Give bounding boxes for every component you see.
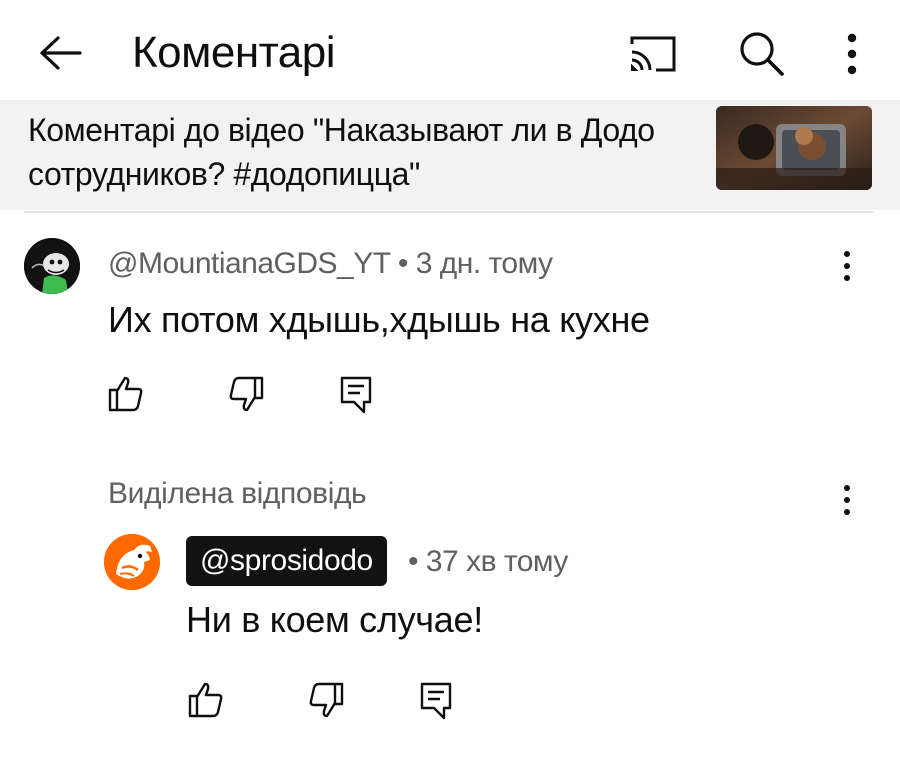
more-vert-icon [844,251,850,281]
cast-icon [630,36,676,72]
like-icon [108,376,143,412]
reply-author-chip[interactable]: @sprosidodo [186,536,387,586]
reply-like-button[interactable] [184,678,228,722]
like-icon [188,682,223,718]
avatar[interactable] [104,534,160,590]
reply-dislike-button[interactable] [304,678,348,722]
dislike-icon [309,682,344,718]
video-banner-title: Коментарі до відео "Наказывают ли в Додо… [28,112,655,192]
reply-more-button[interactable] [834,480,860,520]
section-divider [24,211,874,213]
more-options-button[interactable] [834,30,870,78]
meta-separator: • [397,247,409,280]
search-icon [740,32,784,76]
reply-reply-button[interactable] [414,678,458,722]
comment-author[interactable]: @MountianaGDS_YT [108,247,391,280]
search-button[interactable] [736,28,786,78]
more-vert-icon [847,33,857,75]
dislike-icon [229,376,264,412]
more-vert-icon [844,485,850,515]
comment-more-button[interactable] [834,246,860,286]
reply-button[interactable] [334,372,378,416]
user-avatar-image [24,238,80,294]
reply-text: Ни в коем случае! [186,599,483,640]
video-thumbnail-image [716,106,872,190]
avatar[interactable] [24,238,80,294]
comment-meta: @MountianaGDS_YT • 3 дн. тому [108,244,553,284]
reply-icon [340,376,372,414]
page-title: Коментарі [132,28,336,77]
reply-time: 37 хв тому [425,545,569,578]
reply-icon [420,682,452,720]
dislike-button[interactable] [224,372,268,416]
back-button[interactable] [36,30,86,76]
video-thumbnail[interactable] [716,106,872,190]
comment-time: 3 дн. тому [415,247,553,280]
meta-separator: • [408,545,419,578]
reply-meta: • 37 хв тому [408,542,568,582]
back-arrow-icon [40,36,82,70]
cast-button[interactable] [626,30,680,76]
dodo-bird-avatar-icon [104,534,160,590]
comment-text: Их потом хдышь,хдышь на кухне [108,299,650,340]
like-button[interactable] [104,372,148,416]
highlighted-reply-label: Виділена відповідь [108,477,367,510]
